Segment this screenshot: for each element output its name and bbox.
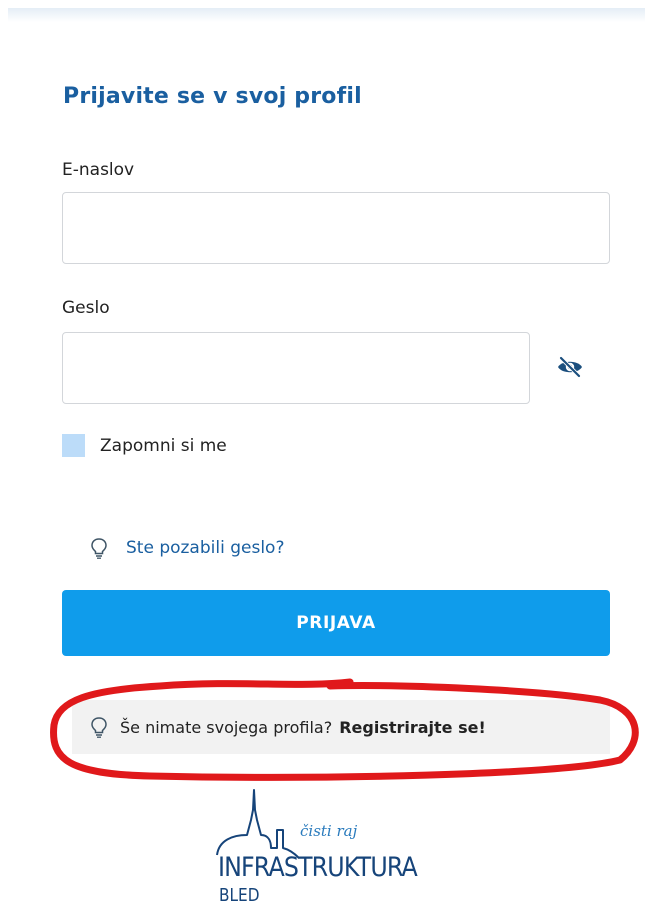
password-field[interactable] (62, 332, 530, 404)
eye-slash-icon (558, 356, 582, 378)
email-label: E-naslov (62, 160, 135, 180)
lightbulb-icon (91, 717, 107, 738)
login-button[interactable]: PRIJAVA (62, 590, 610, 656)
forgot-password-link[interactable]: Ste pozabili geslo? (126, 538, 284, 558)
register-prompt-text: Še nimate svojega profila? (120, 717, 333, 737)
highlight-annotation (50, 678, 639, 781)
register-link[interactable]: Registrirajte se! (339, 718, 486, 737)
remember-me-checkbox[interactable]: Zapomni si me (62, 434, 227, 457)
infrastruktura-bled-logo: čisti raj INFRASTRUKTURA BLED (205, 780, 475, 910)
password-label: Geslo (62, 298, 110, 318)
show-password-toggle[interactable] (556, 356, 584, 378)
header-strip (8, 8, 645, 22)
register-prompt: Še nimate svojega profila? Registrirajte… (72, 700, 610, 754)
checkbox-box[interactable] (62, 434, 85, 457)
page-title: Prijavite se v svoj profil (63, 84, 362, 109)
logo-tagline: čisti raj (300, 822, 358, 840)
email-field[interactable] (62, 192, 610, 264)
logo-subname: BLED (219, 885, 260, 906)
lightbulb-icon (91, 538, 107, 559)
forgot-password-row[interactable]: Ste pozabili geslo? (90, 537, 284, 559)
remember-me-label: Zapomni si me (100, 435, 227, 456)
logo-name: INFRASTRUKTURA (218, 852, 418, 883)
church-skyline-icon (216, 789, 300, 859)
